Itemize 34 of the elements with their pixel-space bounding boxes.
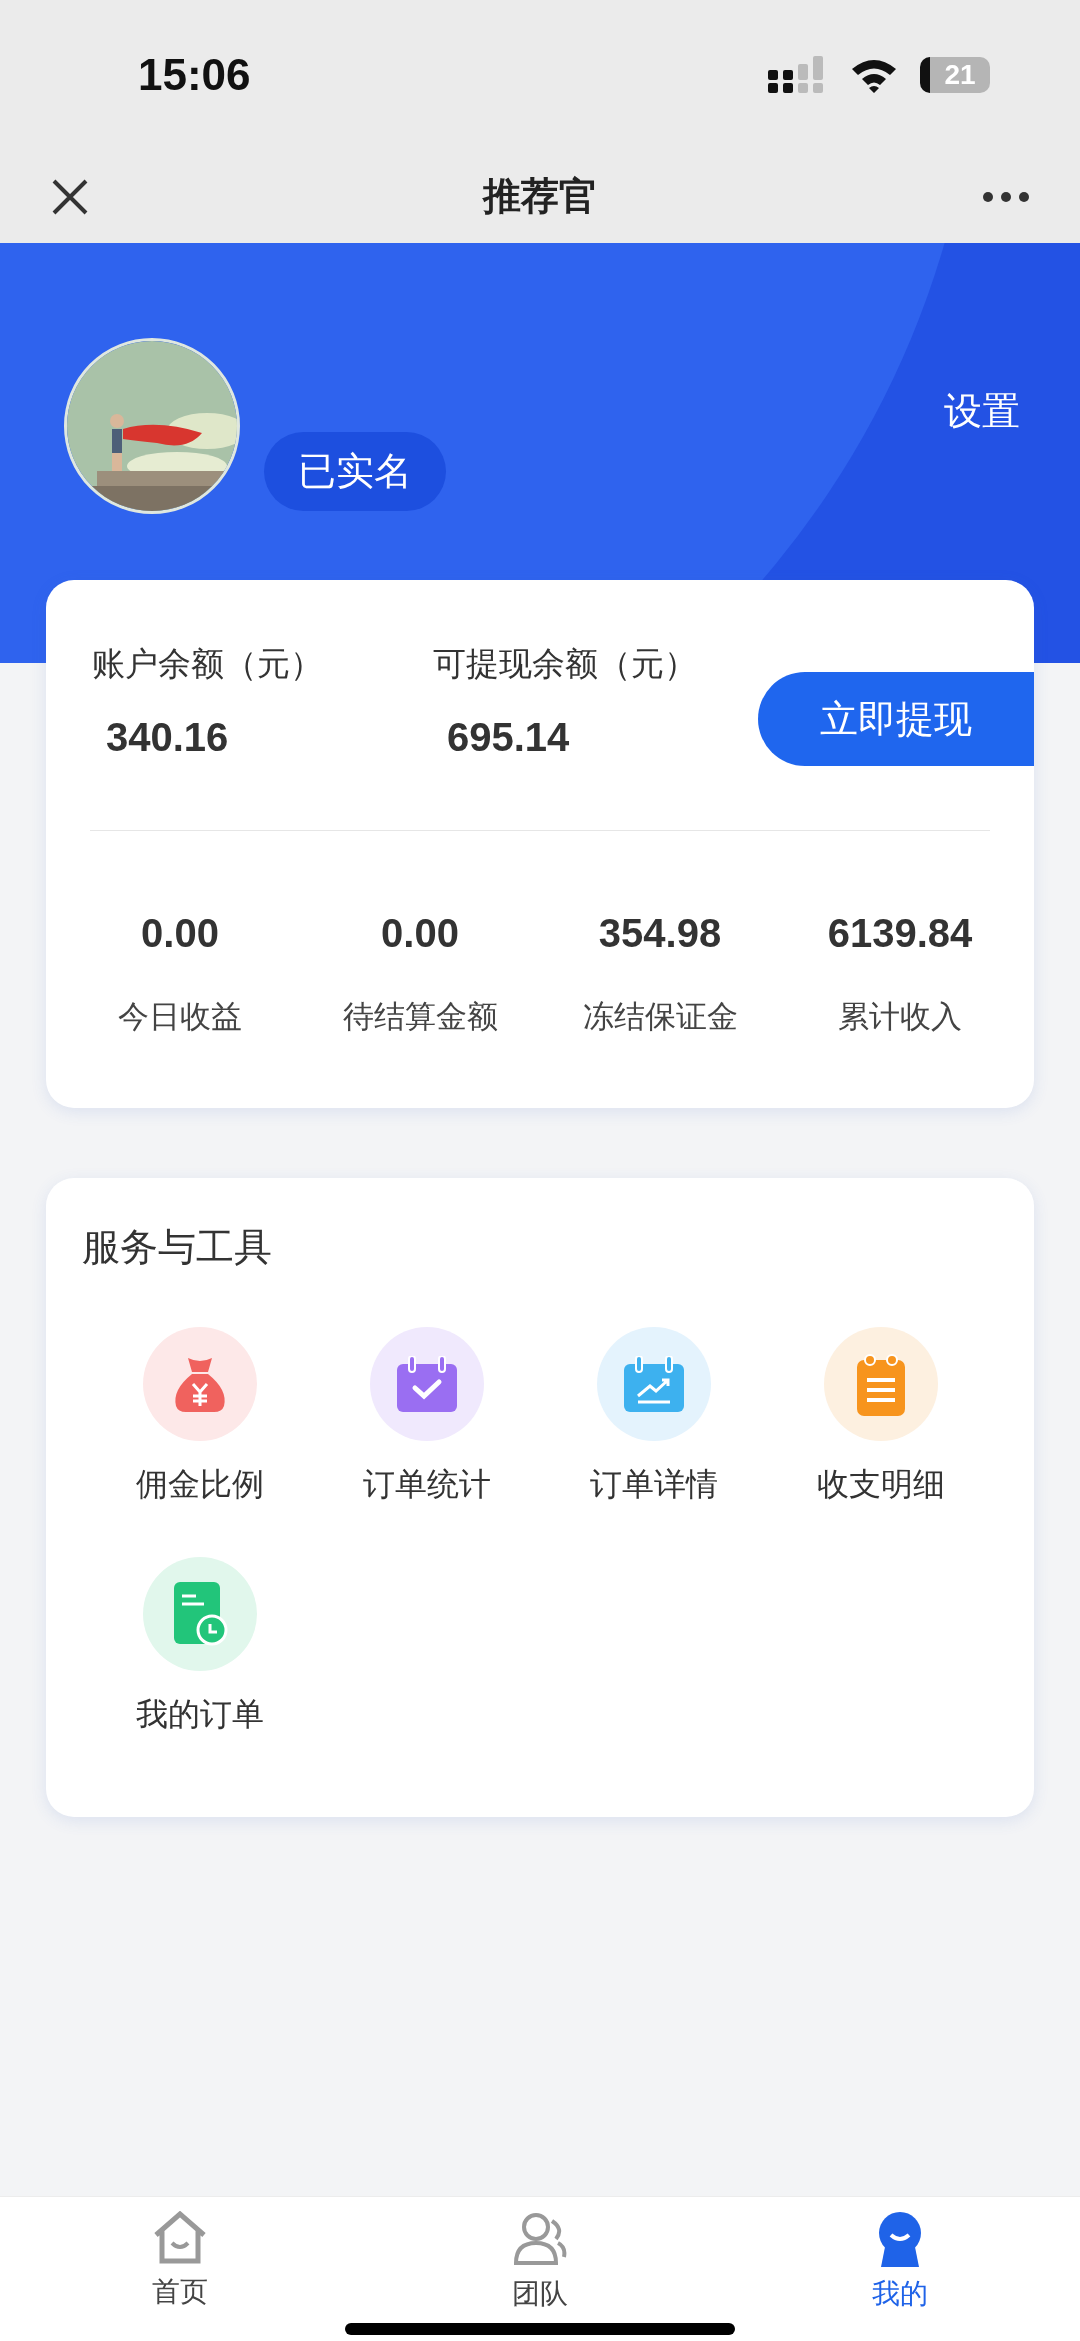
page-title: 推荐官 xyxy=(483,173,597,220)
tool-label[interactable]: 订单统计 xyxy=(362,1463,491,1507)
stat-value: 0.00 xyxy=(381,911,459,956)
people-icon xyxy=(512,2211,568,2267)
battery-icon: 21 xyxy=(920,57,990,93)
stat-label: 今日收益 xyxy=(118,997,242,1036)
stat-label: 待结算金额 xyxy=(342,997,498,1036)
tool-label[interactable]: 订单详情 xyxy=(589,1463,718,1507)
calendar-check-icon[interactable] xyxy=(394,1356,459,1412)
calendar-chart-icon[interactable] xyxy=(621,1356,686,1412)
status-time: 15:06 xyxy=(138,50,251,100)
withdraw-button[interactable]: 立即提现 xyxy=(758,672,1034,766)
wifi-icon xyxy=(850,57,898,93)
balance-label: 可提现余额（元） xyxy=(433,643,697,685)
stat-label: 冻结保证金 xyxy=(582,997,738,1036)
tool-label[interactable]: 佣金比例 xyxy=(135,1463,264,1507)
document-clock-icon[interactable] xyxy=(171,1582,228,1646)
balance-value: 340.16 xyxy=(105,715,230,760)
tab[interactable]: 首页 xyxy=(80,2197,280,2341)
stat-value: 354.98 xyxy=(598,911,722,956)
section-title: 服务与工具 xyxy=(82,1224,273,1271)
balance-label: 账户余额（元） xyxy=(92,643,323,685)
stat-label: 累计收入 xyxy=(838,997,962,1036)
tool-label[interactable]: 我的订单 xyxy=(135,1693,264,1737)
settings-link[interactable]: 设置 xyxy=(944,385,1020,437)
stat-value: 0.00 xyxy=(141,911,219,956)
notepad-icon[interactable] xyxy=(854,1352,907,1416)
tool-label[interactable]: 收支明细 xyxy=(816,1463,945,1507)
tab[interactable]: 我的 xyxy=(800,2197,1000,2341)
more-icon[interactable] xyxy=(982,190,1030,203)
tab[interactable]: 团队 xyxy=(440,2197,640,2341)
balance-value: 695.14 xyxy=(446,715,571,760)
home-icon xyxy=(152,2211,208,2265)
stat-value: 6139.84 xyxy=(827,911,973,956)
